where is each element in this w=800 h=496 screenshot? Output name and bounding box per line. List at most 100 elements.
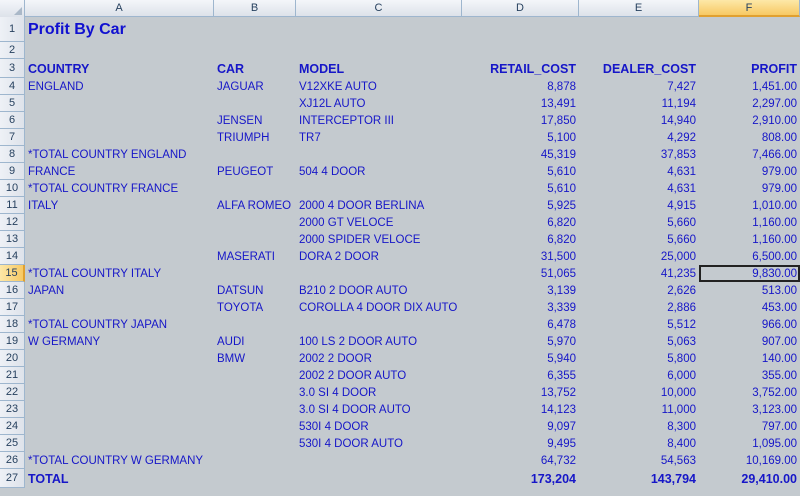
profit-cell[interactable]: 3,123.00	[699, 401, 800, 418]
model-cell[interactable]: 530I 4 DOOR	[296, 418, 462, 435]
profit-cell[interactable]: 907.00	[699, 333, 800, 350]
row-header-14[interactable]: 14	[0, 248, 25, 265]
car-cell[interactable]: DATSUN	[214, 282, 296, 299]
dealer-cost-cell[interactable]: 5,063	[579, 333, 699, 350]
row-header-3[interactable]: 3	[0, 59, 25, 78]
car-cell[interactable]	[214, 452, 296, 469]
car-cell[interactable]	[214, 146, 296, 163]
grand-total-retail[interactable]: 173,204	[462, 469, 579, 488]
dealer-cost-cell[interactable]: 25,000	[579, 248, 699, 265]
car-cell[interactable]: ALFA ROMEO	[214, 197, 296, 214]
car-cell[interactable]: PEUGEOT	[214, 163, 296, 180]
cell-grid[interactable]: Profit By Car COUNTRY CAR MODEL RETAIL_C…	[25, 17, 800, 488]
retail-cost-cell[interactable]: 5,610	[462, 163, 579, 180]
profit-cell[interactable]: 513.00	[699, 282, 800, 299]
profit-cell[interactable]: 7,466.00	[699, 146, 800, 163]
retail-cost-cell[interactable]: 3,339	[462, 299, 579, 316]
profit-cell[interactable]: 797.00	[699, 418, 800, 435]
dealer-cost-cell[interactable]: 7,427	[579, 78, 699, 95]
retail-cost-cell[interactable]: 14,123	[462, 401, 579, 418]
row-header-22[interactable]: 22	[0, 384, 25, 401]
profit-cell[interactable]: 1,451.00	[699, 78, 800, 95]
row-header-23[interactable]: 23	[0, 401, 25, 418]
dealer-cost-cell[interactable]: 8,300	[579, 418, 699, 435]
country-cell[interactable]: *TOTAL COUNTRY JAPAN	[25, 316, 214, 333]
dealer-cost-cell[interactable]: 2,886	[579, 299, 699, 316]
row-header-24[interactable]: 24	[0, 418, 25, 435]
dealer-cost-cell[interactable]: 8,400	[579, 435, 699, 452]
dealer-cost-cell[interactable]: 2,626	[579, 282, 699, 299]
grand-total-label[interactable]: TOTAL	[25, 469, 214, 488]
header-model[interactable]: MODEL	[296, 59, 462, 78]
profit-cell[interactable]: 3,752.00	[699, 384, 800, 401]
dealer-cost-cell[interactable]: 14,940	[579, 112, 699, 129]
dealer-cost-cell[interactable]: 4,915	[579, 197, 699, 214]
retail-cost-cell[interactable]: 13,491	[462, 95, 579, 112]
spreadsheet[interactable]: ABCDEF 1 2 3 4 5 6 7 8 9 10 11 12 13 14 15 16 17 18 19 20 21…	[0, 0, 800, 496]
model-cell[interactable]: 530I 4 DOOR AUTO	[296, 435, 462, 452]
car-cell[interactable]: BMW	[214, 350, 296, 367]
row-header-13[interactable]: 13	[0, 231, 25, 248]
retail-cost-cell[interactable]: 51,065	[462, 265, 579, 282]
profit-cell[interactable]: 453.00	[699, 299, 800, 316]
profit-cell[interactable]: 10,169.00	[699, 452, 800, 469]
row-header-20[interactable]: 20	[0, 350, 25, 367]
row-header-12[interactable]: 12	[0, 214, 25, 231]
country-cell[interactable]	[25, 299, 214, 316]
row-header-10[interactable]: 10	[0, 180, 25, 197]
car-cell[interactable]	[214, 418, 296, 435]
model-cell[interactable]: 3.0 SI 4 DOOR AUTO	[296, 401, 462, 418]
country-cell[interactable]: ENGLAND	[25, 78, 214, 95]
model-cell[interactable]	[296, 265, 462, 282]
model-cell[interactable]: COROLLA 4 DOOR DIX AUTO	[296, 299, 462, 316]
country-cell[interactable]: FRANCE	[25, 163, 214, 180]
car-cell[interactable]	[214, 231, 296, 248]
retail-cost-cell[interactable]: 3,139	[462, 282, 579, 299]
profit-cell[interactable]: 1,160.00	[699, 214, 800, 231]
country-cell[interactable]: *TOTAL COUNTRY FRANCE	[25, 180, 214, 197]
retail-cost-cell[interactable]: 64,732	[462, 452, 579, 469]
car-cell[interactable]	[214, 265, 296, 282]
car-cell[interactable]: JAGUAR	[214, 78, 296, 95]
profit-cell[interactable]: 355.00	[699, 367, 800, 384]
profit-cell[interactable]: 979.00	[699, 180, 800, 197]
profit-cell[interactable]: 979.00	[699, 163, 800, 180]
header-country[interactable]: COUNTRY	[25, 59, 214, 78]
country-cell[interactable]	[25, 214, 214, 231]
row-header-1[interactable]: 1	[0, 17, 25, 42]
row-header-2[interactable]: 2	[0, 42, 25, 59]
retail-cost-cell[interactable]: 6,355	[462, 367, 579, 384]
country-cell[interactable]: W GERMANY	[25, 333, 214, 350]
car-cell[interactable]	[214, 316, 296, 333]
dealer-cost-cell[interactable]: 4,631	[579, 163, 699, 180]
row-header-4[interactable]: 4	[0, 78, 25, 95]
model-cell[interactable]: 100 LS 2 DOOR AUTO	[296, 333, 462, 350]
row-header-11[interactable]: 11	[0, 197, 25, 214]
dealer-cost-cell[interactable]: 5,660	[579, 231, 699, 248]
retail-cost-cell[interactable]: 6,820	[462, 231, 579, 248]
row-header-7[interactable]: 7	[0, 129, 25, 146]
dealer-cost-cell[interactable]: 10,000	[579, 384, 699, 401]
dealer-cost-cell[interactable]: 37,853	[579, 146, 699, 163]
profit-cell[interactable]: 808.00	[699, 129, 800, 146]
header-retail-cost[interactable]: RETAIL_COST	[462, 59, 579, 78]
retail-cost-cell[interactable]: 9,097	[462, 418, 579, 435]
retail-cost-cell[interactable]: 8,878	[462, 78, 579, 95]
car-cell[interactable]: TOYOTA	[214, 299, 296, 316]
retail-cost-cell[interactable]: 17,850	[462, 112, 579, 129]
country-cell[interactable]	[25, 418, 214, 435]
country-cell[interactable]	[25, 112, 214, 129]
model-cell[interactable]: XJ12L AUTO	[296, 95, 462, 112]
dealer-cost-cell[interactable]: 11,000	[579, 401, 699, 418]
column-header-c[interactable]: C	[296, 0, 462, 17]
header-car[interactable]: CAR	[214, 59, 296, 78]
column-header-f[interactable]: F	[699, 0, 800, 17]
model-cell[interactable]: V12XKE AUTO	[296, 78, 462, 95]
car-cell[interactable]	[214, 214, 296, 231]
model-cell[interactable]: INTERCEPTOR III	[296, 112, 462, 129]
retail-cost-cell[interactable]: 5,610	[462, 180, 579, 197]
retail-cost-cell[interactable]: 6,820	[462, 214, 579, 231]
country-cell[interactable]	[25, 95, 214, 112]
country-cell[interactable]	[25, 231, 214, 248]
country-cell[interactable]	[25, 435, 214, 452]
